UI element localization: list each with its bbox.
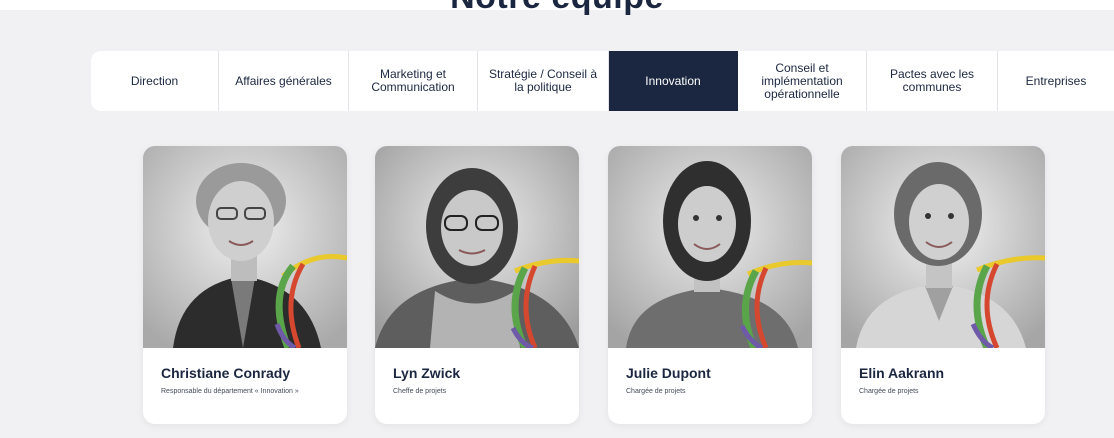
tab-conseil-implementation[interactable]: Conseil et implémentation opérationnelle <box>738 51 867 111</box>
member-name: Christiane Conrady <box>161 365 291 381</box>
section-heading: Notre équipe <box>0 0 1114 17</box>
portrait-photo <box>143 146 347 348</box>
tab-pactes-communes[interactable]: Pactes avec les communes <box>867 51 998 111</box>
tab-affaires-generales[interactable]: Affaires générales <box>219 51 349 111</box>
member-role: Chargée de projets <box>626 388 686 395</box>
member-role: Responsable du département « Innovation … <box>161 388 299 395</box>
department-tabs: Direction Affaires générales Marketing e… <box>91 51 1114 111</box>
team-card[interactable]: Christiane Conrady Responsable du départ… <box>143 146 347 424</box>
member-name: Julie Dupont <box>626 365 711 381</box>
portrait-photo <box>841 146 1045 348</box>
team-card[interactable]: Lyn Zwick Cheffe de projets <box>375 146 579 424</box>
member-role: Cheffe de projets <box>393 388 447 395</box>
member-name: Elin Aakrann <box>859 365 945 381</box>
tab-innovation[interactable]: Innovation <box>609 51 738 111</box>
tab-marketing-communication[interactable]: Marketing et Communication <box>349 51 478 111</box>
team-card[interactable]: Elin Aakrann Chargée de projets <box>841 146 1045 424</box>
team-card[interactable]: Julie Dupont Chargée de projets <box>608 146 812 424</box>
member-name: Lyn Zwick <box>393 365 461 381</box>
tab-strategie-conseil[interactable]: Stratégie / Conseil à la politique <box>478 51 609 111</box>
portrait-photo <box>608 146 812 348</box>
portrait-photo <box>375 146 579 348</box>
member-role: Chargée de projets <box>859 388 919 395</box>
tab-direction[interactable]: Direction <box>91 51 219 111</box>
tab-entreprises[interactable]: Entreprises <box>998 51 1114 111</box>
